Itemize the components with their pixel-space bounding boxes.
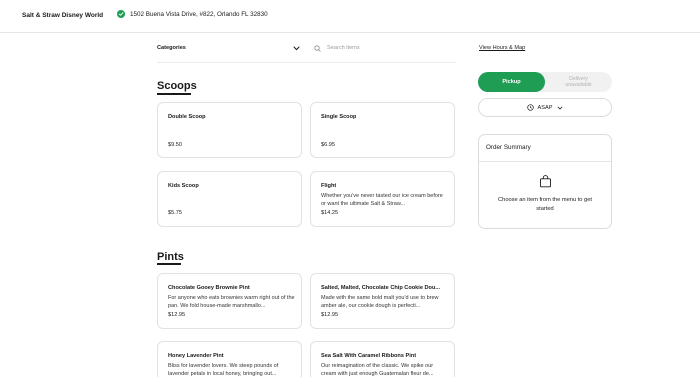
order-summary-panel: Order Summary Choose an item from the me…: [478, 134, 612, 229]
menu-item-name: Sea Salt With Caramel Ribbons Pint: [321, 353, 417, 359]
menu-item-name: Kids Scoop: [168, 183, 199, 189]
menu-item-card[interactable]: Chocolate Gooey Brownie Pint For anyone …: [157, 273, 302, 329]
menu-item-description: Made with the same bold malt you'd use t…: [321, 295, 439, 310]
menu-item-card[interactable]: Sea Salt With Caramel Ribbons Pint Our r…: [310, 341, 455, 377]
top-bar: Salt & Straw Disney World 1502 Buena Vis…: [0, 0, 700, 33]
menu-item-name: Double Scoop: [168, 114, 206, 120]
categories-dropdown[interactable]: Categories: [157, 40, 303, 56]
clock-icon: [526, 104, 534, 111]
categories-label: Categories: [157, 45, 186, 51]
order-summary-divider: [479, 161, 611, 162]
menu-item-description: Our reimagination of the classic. We spi…: [321, 363, 434, 377]
search-input[interactable]: Search items: [314, 40, 456, 56]
menu-item-name: Chocolate Gooey Brownie Pint: [168, 285, 250, 291]
pickup-time-value: ASAP: [537, 104, 553, 111]
delivery-button: Delivery unavailable: [545, 72, 612, 92]
fulfillment-toggle: Pickup Delivery unavailable: [478, 72, 612, 92]
menu-item-card[interactable]: Single Scoop $6.95: [310, 102, 455, 158]
menu-item-price: $14.25: [321, 210, 339, 216]
menu-item-card[interactable]: Honey Lavender Pint Bliss for lavender l…: [157, 341, 302, 377]
delivery-status: unavailable: [565, 82, 592, 88]
store-address: 1502 Buena Vista Drive, #822, Orlando FL…: [130, 10, 268, 18]
store-name[interactable]: Salt & Straw Disney World: [22, 12, 103, 19]
menu-item-card[interactable]: Double Scoop $9.50: [157, 102, 302, 158]
menu-item-price: $5.75: [168, 210, 182, 216]
empty-cart-message: Choose an item from the menu to get star…: [498, 197, 592, 212]
menu-item-name: Flight: [321, 183, 337, 189]
menu-item-price: $6.95: [321, 142, 335, 148]
menu-item-name: Honey Lavender Pint: [168, 353, 224, 359]
chevron-down-icon: [291, 43, 301, 53]
section-underline: [157, 263, 181, 265]
view-hours-map-link[interactable]: View Hours & Map: [479, 45, 525, 51]
section-title-pints: Pints: [157, 251, 184, 263]
pickup-button[interactable]: Pickup: [478, 72, 545, 92]
menu-item-price: $12.95: [321, 312, 339, 318]
menu-item-description: Bliss for lavender lovers. We steep poun…: [168, 363, 279, 377]
order-summary-title: Order Summary: [486, 144, 531, 151]
menu-item-price: $9.50: [168, 142, 182, 148]
address-row[interactable]: 1502 Buena Vista Drive, #822, Orlando FL…: [117, 10, 268, 18]
section-underline: [157, 93, 191, 95]
pickup-label: Pickup: [502, 79, 521, 85]
menu-item-description: For anyone who eats brownies warm right …: [168, 295, 295, 310]
menu-item-description: Whether you've never tasted our ice crea…: [321, 193, 443, 208]
menu-item-card[interactable]: Salted, Malted, Chocolate Chip Cookie Do…: [310, 273, 455, 329]
menu-item-name: Single Scoop: [321, 114, 357, 120]
menu-item-name: Salted, Malted, Chocolate Chip Cookie Do…: [321, 285, 441, 291]
menu-item-price: $12.95: [168, 312, 186, 318]
chevron-down-icon: [557, 106, 563, 110]
section-title-scoops: Scoops: [157, 80, 197, 92]
search-placeholder: Search items: [327, 45, 360, 51]
pickup-time-dropdown[interactable]: ASAP: [478, 98, 612, 117]
filter-divider: [157, 62, 456, 63]
menu-item-card[interactable]: Kids Scoop $5.75: [157, 171, 302, 227]
menu-item-card[interactable]: Flight Whether you've never tasted our i…: [310, 171, 455, 227]
location-check-icon: [117, 10, 125, 18]
shopping-bag-icon: [539, 175, 552, 193]
search-icon: [314, 39, 321, 57]
